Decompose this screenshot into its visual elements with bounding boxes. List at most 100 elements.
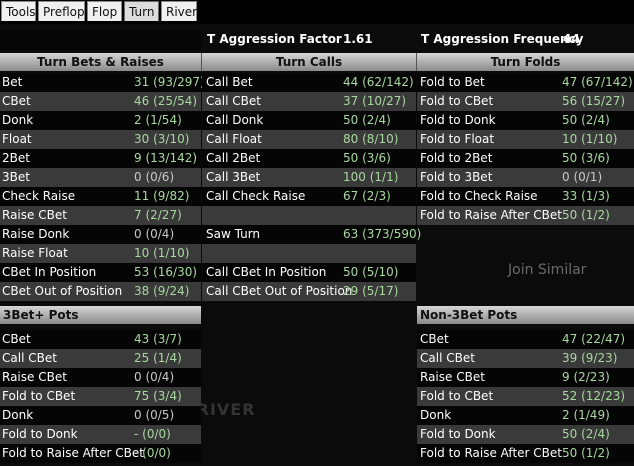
non-threebet-pots-value: 47 (22/47) (562, 332, 626, 346)
bets-raises-value: 53 (16/30) (134, 265, 198, 279)
calls-label: Call 3Bet (206, 170, 261, 184)
folds-row: Fold to Donk 50 (2/4) (417, 111, 634, 130)
folds-row: Fold to 2Bet 50 (3/6) (417, 149, 634, 168)
calls-value: 100 (1/1) (343, 170, 399, 184)
non-threebet-pots-label: Donk (420, 408, 452, 422)
calls-value: 63 (373/590) (343, 227, 422, 241)
tab-turn[interactable]: Turn (124, 1, 159, 21)
bets-raises-label: Raise CBet (2, 208, 67, 222)
folds-value: 50 (1/2) (562, 208, 610, 222)
non-threebet-pots-value: 9 (2/23) (562, 370, 610, 384)
bets-raises-label: 2Bet (2, 151, 30, 165)
folds-value: 56 (15/27) (562, 94, 626, 108)
bets-raises-label: CBet Out of Position (2, 284, 123, 298)
calls-row: Call Check Raise 67 (2/3) (202, 187, 416, 206)
calls-value: 44 (62/142) (343, 75, 414, 89)
tab-preflop[interactable]: Preflop (38, 1, 85, 21)
folds-value: 33 (1/3) (562, 189, 610, 203)
aggression-frequency-value: 44 (563, 32, 580, 46)
calls-value: 80 (8/10) (343, 132, 399, 146)
folds-label: Fold to Donk (420, 113, 496, 127)
tab-tools[interactable]: Tools (1, 1, 36, 21)
threebet-pots-value: 0 (0/4) (134, 370, 175, 384)
aggression-factor-label: T Aggression Factor (207, 32, 342, 46)
calls-label: Call Check Raise (206, 189, 306, 203)
folds-label: Fold to CBet (420, 94, 494, 108)
bets-raises-label: CBet (2, 94, 31, 108)
non-threebet-pots-label: Fold to Donk (420, 427, 496, 441)
non-threebet-pots-label: Fold to Raise After CBet (420, 446, 562, 460)
calls-label: Call CBet Out of Position (206, 284, 353, 298)
bets-raises-label: Check Raise (2, 189, 76, 203)
non-threebet-pots-row: Fold to Raise After CBet 50 (1/2) (417, 444, 634, 463)
summary-left-bar (0, 30, 201, 50)
calls-label: Call Float (206, 132, 262, 146)
tab-flop[interactable]: Flop (87, 1, 122, 21)
non-threebet-pots-value: 52 (12/23) (562, 389, 626, 403)
tab-river[interactable]: River (161, 1, 197, 21)
bets-raises-row: Raise CBet 7 (2/27) (0, 206, 201, 225)
threebet-pots-row: Call CBet 25 (1/4) (0, 349, 201, 368)
tab-bar: Tools Preflop Flop Turn River (0, 0, 634, 24)
folds-value: 0 (0/1) (562, 170, 603, 184)
threebet-pots-label: Fold to Raise After CBet (2, 446, 144, 460)
calls-row: Saw Turn 63 (373/590) (202, 225, 421, 244)
threebet-pots-label: Donk (2, 408, 34, 422)
folds-value: 50 (3/6) (562, 151, 610, 165)
calls-row (202, 206, 416, 225)
non-threebet-pots-value: 50 (1/2) (562, 446, 610, 460)
threebet-pots-value: 25 (1/4) (134, 351, 182, 365)
bets-raises-value: 11 (9/82) (134, 189, 190, 203)
calls-label: Saw Turn (206, 227, 261, 241)
folds-row: Fold to Check Raise 33 (1/3) (417, 187, 634, 206)
bets-raises-value: 30 (3/10) (134, 132, 190, 146)
threebet-pots-value: 75 (3/4) (134, 389, 182, 403)
bets-raises-row: CBet Out of Position 38 (9/24) (0, 282, 201, 301)
bets-raises-value: 31 (93/297) (134, 75, 205, 89)
folds-row: Fold to Float 10 (1/10) (417, 130, 634, 149)
folds-value: 10 (1/10) (562, 132, 618, 146)
folds-row: Fold to 3Bet 0 (0/1) (417, 168, 634, 187)
non-threebet-pots-row: Fold to Donk 50 (2/4) (417, 425, 634, 444)
folds-label: Fold to 3Bet (420, 170, 493, 184)
bets-raises-row: Raise Donk 0 (0/4) (0, 225, 201, 244)
header-turn-folds: Turn Folds (417, 53, 634, 71)
folds-value: 47 (67/142) (562, 75, 633, 89)
non-threebet-pots-row: Donk 2 (1/49) (417, 406, 634, 425)
bets-raises-value: 2 (1/54) (134, 113, 182, 127)
calls-value: 29 (5/17) (343, 284, 399, 298)
bets-raises-row: CBet 46 (25/54) (0, 92, 201, 111)
threebet-pots-label: Raise CBet (2, 370, 67, 384)
calls-value: 37 (10/27) (343, 94, 407, 108)
header-turn-bets-raises: Turn Bets & Raises (0, 53, 201, 71)
non-threebet-pots-row: Call CBet 39 (9/23) (417, 349, 634, 368)
bets-raises-value: 9 (13/142) (134, 151, 198, 165)
threebet-pots-label: Fold to CBet (2, 389, 76, 403)
bets-raises-label: Bet (2, 75, 23, 89)
threebet-pots-row: Raise CBet 0 (0/4) (0, 368, 201, 387)
bets-raises-row: 2Bet 9 (13/142) (0, 149, 201, 168)
threebet-pots-label: Fold to Donk (2, 427, 78, 441)
non-threebet-pots-value: 39 (9/23) (562, 351, 618, 365)
bets-raises-label: CBet In Position (2, 265, 97, 279)
threebet-pots-value: - (0/0) (134, 427, 171, 441)
bets-raises-row: Float 30 (3/10) (0, 130, 201, 149)
threebet-pots-row: Fold to CBet 75 (3/4) (0, 387, 201, 406)
calls-label: Call Donk (206, 113, 264, 127)
folds-value: 50 (2/4) (562, 113, 610, 127)
folds-label: Fold to Float (420, 132, 495, 146)
calls-label: Call Bet (206, 75, 253, 89)
threebet-pots-row: Fold to Raise After CBet - (0/0) (0, 444, 201, 463)
bets-raises-row: Donk 2 (1/54) (0, 111, 201, 130)
bets-raises-label: Float (2, 132, 32, 146)
bets-raises-value: 7 (2/27) (134, 208, 182, 222)
folds-label: Fold to Raise After CBet (420, 208, 562, 222)
bets-raises-row: Bet 31 (93/297) (0, 73, 205, 92)
aggression-frequency-label: T Aggression Frequency (421, 32, 584, 46)
folds-row: Fold to CBet 56 (15/27) (417, 92, 634, 111)
threebet-pots-label: Call CBet (2, 351, 57, 365)
calls-value: 50 (5/10) (343, 265, 399, 279)
calls-row: Call Bet 44 (62/142) (202, 73, 416, 92)
non-threebet-pots-row: CBet 47 (22/47) (417, 330, 634, 349)
non-threebet-pots-label: Raise CBet (420, 370, 485, 384)
